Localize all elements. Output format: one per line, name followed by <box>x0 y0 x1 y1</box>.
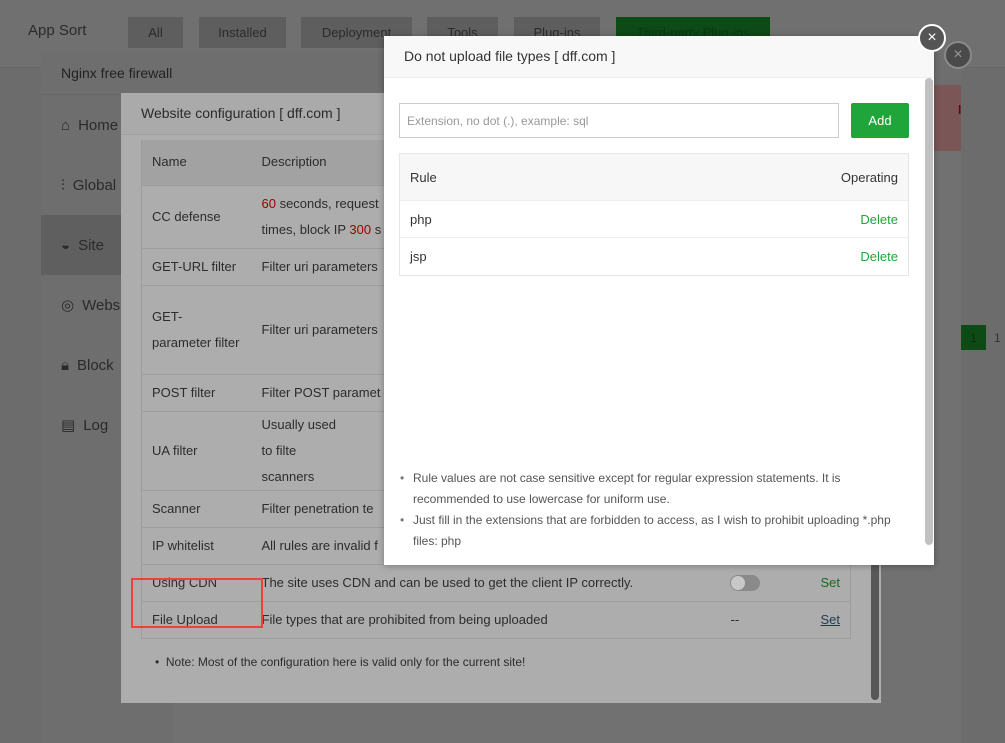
sidebar-label: Site <box>78 236 104 254</box>
close-icon-background[interactable]: × <box>944 41 972 69</box>
delete-link[interactable]: Delete <box>860 212 898 227</box>
delete-link[interactable]: Delete <box>860 249 898 264</box>
row-name: GET-parameter filter <box>141 285 252 375</box>
row-name: GET-URL filter <box>141 248 252 286</box>
row-status: -- <box>720 601 811 639</box>
row-name: CC defense <box>141 185 252 249</box>
sidebar-label: Block <box>76 356 114 374</box>
extension-input[interactable] <box>399 103 839 138</box>
lock-icon: 🔒︎ <box>61 356 69 374</box>
header-name: Name <box>141 140 252 186</box>
rules-table: Rule Operating php Delete jsp Delete <box>399 153 909 276</box>
category-all[interactable]: All <box>128 17 183 48</box>
globe-icon: ◒ <box>61 236 71 254</box>
cdn-toggle[interactable] <box>730 575 761 592</box>
row-name: UA filter <box>141 411 252 491</box>
page-info[interactable]: 1 <box>986 325 1005 350</box>
dialog-notes: Rule values are not case sensitive excep… <box>399 468 909 552</box>
note-item: Rule values are not case sensitive excep… <box>399 468 909 510</box>
row-description: File types that are prohibited from bein… <box>251 601 721 639</box>
sidebar-label: Global <box>72 176 117 194</box>
row-name: IP whitelist <box>141 527 252 565</box>
table-row: jsp Delete <box>400 238 908 275</box>
rule-value: jsp <box>410 249 427 264</box>
rule-value: php <box>410 211 432 227</box>
config-note: • Note: Most of the configuration here i… <box>155 655 526 669</box>
row-name: Scanner <box>141 490 252 528</box>
row-name: POST filter <box>141 374 252 412</box>
header-operating: Operating <box>840 169 898 185</box>
add-button[interactable]: Add <box>851 103 909 138</box>
close-icon[interactable]: × <box>918 24 946 52</box>
row-description: The site uses CDN and can be used to get… <box>251 564 721 602</box>
target-icon: ◎ <box>61 297 75 314</box>
note-item: Just fill in the extensions that are for… <box>399 510 909 552</box>
dialog-title: Do not upload file types [ dff.com ] <box>384 36 934 78</box>
dialog-scrollbar[interactable] <box>925 78 933 545</box>
file-upload-set-link[interactable]: Set <box>820 612 840 627</box>
page-1-button[interactable]: 1 <box>961 325 986 350</box>
sliders-icon: ⫶ <box>61 176 65 194</box>
sidebar-label: Home <box>78 116 119 134</box>
highlight-box <box>131 578 263 628</box>
upload-types-dialog: Do not upload file types [ dff.com ] Add… <box>384 36 934 565</box>
set-link[interactable]: Set <box>820 575 840 590</box>
category-installed[interactable]: Installed <box>199 17 286 48</box>
home-icon: ⌂ <box>61 116 71 134</box>
header-rule: Rule <box>410 169 437 185</box>
app-sort-label: App Sort <box>28 22 87 39</box>
sidebar-label: Log <box>83 416 109 434</box>
rules-header: Rule Operating <box>400 154 908 201</box>
clipboard-icon: ▤ <box>61 417 76 434</box>
table-row: php Delete <box>400 201 908 238</box>
